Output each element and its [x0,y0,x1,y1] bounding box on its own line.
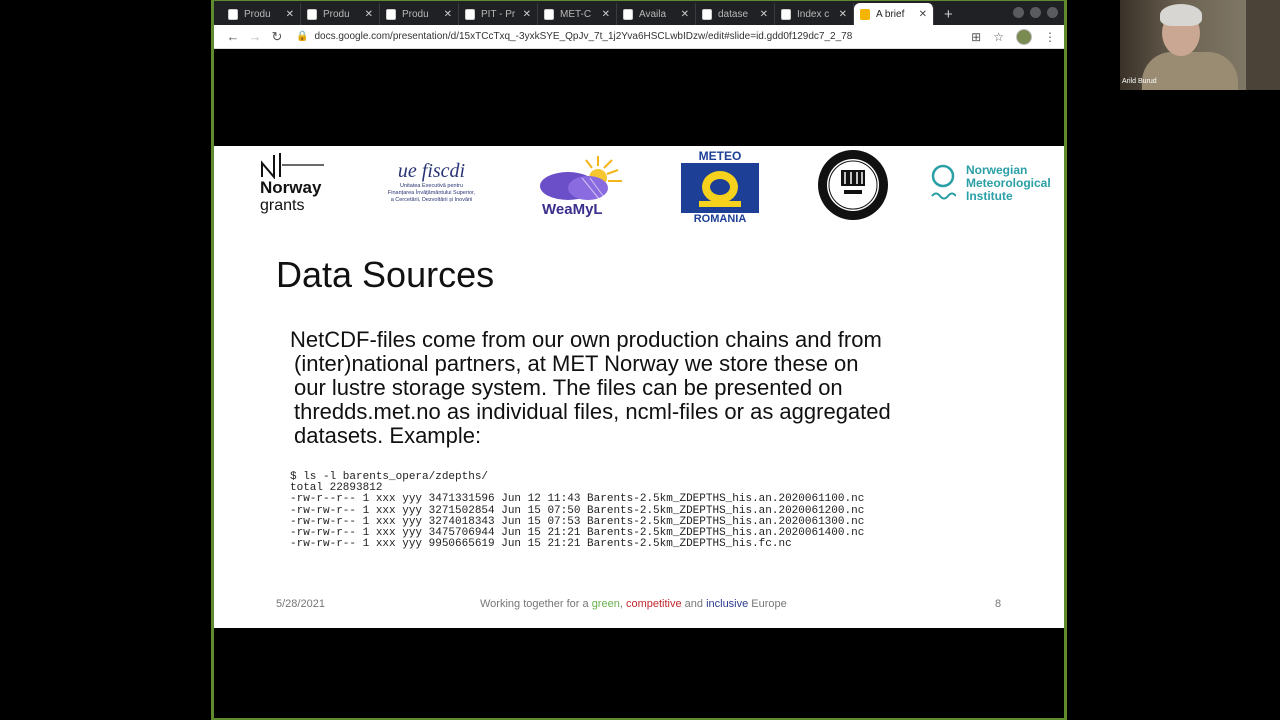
tagline-suffix: Europe [748,598,787,610]
screenshot-icon[interactable]: ⊞ [971,30,981,44]
close-icon[interactable]: ✕ [839,9,847,20]
meteo-label: METEO [698,149,742,163]
meteo-romania-logo: METEO ROMANIA [680,149,760,225]
page-icon [781,8,791,20]
back-button[interactable]: ← [222,29,244,44]
window-close-button[interactable] [1047,7,1058,18]
footer-date: 5/28/2021 [276,598,325,610]
tagline-and: and [681,598,707,610]
tab-4[interactable]: PIT - Pr ✕ [459,3,538,25]
met-norway-mark [931,164,956,200]
code-line: -rw-r--r-- 1 xxx yyy 3471331596 Jun 12 1… [290,493,865,506]
tagline-prefix: Working together for a [480,598,592,610]
tab-8[interactable]: Index c ✕ [775,3,854,25]
norway-grants-mark [260,151,326,180]
close-icon[interactable]: ✕ [760,9,768,20]
close-icon[interactable]: ✕ [286,9,294,20]
uefiscdi-script: ue fiscdi [397,160,466,182]
slide-number: 8 [995,598,1002,610]
browser-window: Produ ✕ Produ ✕ Produ ✕ PIT - Pr ✕ MET-C ✕ Av… [211,0,1067,720]
metno-line3: Institute [966,189,1013,203]
url-text: docs.google.com/presentation/d/15xTCcTxq… [314,31,853,42]
tab-7[interactable]: datase ✕ [696,3,775,25]
close-icon[interactable]: ✕ [602,9,610,20]
lock-icon: 🔒 [296,31,309,42]
browser-toolbar: ← → ↻ 🔒 docs.google.com/presentation/d/1… [214,25,1064,49]
tab-3[interactable]: Produ ✕ [380,3,459,25]
address-bar[interactable]: 🔒 docs.google.com/presentation/d/15xTCcT… [296,27,963,47]
logo-bar: Norway grants ue fiscdi Unitatea Executi… [214,146,1064,228]
tab-title: Availa [639,8,667,20]
tab-2[interactable]: Produ ✕ [301,3,380,25]
tab-title: A brief [876,8,905,20]
tab-title: Index c [797,8,830,20]
grants-label: grants [260,197,305,214]
meteo-emblem [681,163,759,213]
minimize-button[interactable] [1013,7,1024,18]
tagline-green: green [591,598,620,610]
slide-title: Data Sources [276,254,495,295]
page-icon [623,8,633,20]
tab-1[interactable]: Produ ✕ [222,3,301,25]
close-icon[interactable]: ✕ [523,9,531,20]
webcam-feed: Arild Burud [1120,0,1280,90]
uefiscdi-line3: a Cercetării, Dezvoltării și Inovării [390,197,473,203]
close-icon[interactable]: ✕ [444,9,452,20]
tab-6[interactable]: Availa ✕ [617,3,696,25]
close-icon[interactable]: ✕ [365,9,373,20]
tagline-competitive: competitive [625,598,682,610]
forward-button[interactable]: → [244,29,266,44]
uefiscdi-line2: Finanțarea Învățământului Superior, [387,190,476,196]
slide-body: NetCDF-files come from our own productio… [290,328,1030,448]
page-icon [307,8,317,20]
uefiscdi-logo: ue fiscdi Unitatea Executivă pentru Fina… [379,160,484,204]
page-icon [386,8,396,20]
university-seal-logo [816,148,890,222]
participant-name: Arild Burud [1122,78,1157,85]
norway-label: Norway [260,178,322,197]
window-controls [1013,7,1058,18]
tab-title: MET-C [560,8,592,20]
tab-title: datase [718,8,749,20]
body-line-3: our lustre storage system. The files can… [294,375,843,400]
new-tab-button[interactable]: + [944,6,953,23]
weamyl-graphic [540,156,622,201]
menu-icon[interactable]: ⋮ [1044,30,1056,44]
body-line-1: NetCDF-files come from our own productio… [290,327,882,352]
page-icon [228,8,238,20]
weamyl-logo: WeaMyL [538,156,630,218]
tagline-inclusive: inclusive [706,598,749,610]
maximize-button[interactable] [1030,7,1041,18]
slide: Norway grants ue fiscdi Unitatea Executi… [214,146,1064,628]
norway-grants-logo: Norway grants [260,151,330,215]
uefiscdi-line1: Unitatea Executivă pentru [400,183,463,189]
profile-avatar[interactable] [1016,28,1032,45]
page-icon [702,8,712,20]
footer-tagline: Working together for a green, competitiv… [480,598,787,610]
tab-title: Produ [244,8,271,20]
body-line-4: thredds.met.no as individual files, ncml… [294,399,891,424]
tab-5[interactable]: MET-C ✕ [538,3,617,25]
body-line-5: datasets. Example: [294,423,482,448]
presentation-viewer: Norway grants ue fiscdi Unitatea Executi… [214,50,1064,718]
body-line-2: (inter)national partners, at MET Norway … [294,351,859,376]
weamyl-label: WeaMyL [542,201,603,218]
page-icon [465,8,475,20]
close-icon[interactable]: ✕ [681,9,689,20]
close-icon[interactable]: ✕ [919,9,927,20]
bookmark-star-icon[interactable]: ☆ [993,30,1004,44]
reload-button[interactable]: ↻ [266,29,288,45]
tab-title: Produ [402,8,429,20]
page-icon [544,8,554,20]
tab-title: Produ [323,8,350,20]
tab-title: PIT - Pr [481,8,516,20]
slides-icon [860,8,870,20]
tab-strip: Produ ✕ Produ ✕ Produ ✕ PIT - Pr ✕ MET-C ✕ Av… [214,1,1064,25]
tab-active[interactable]: A brief ✕ [854,3,934,25]
met-norway-logo: Norwegian Meteorological Institute [930,164,1060,204]
romania-label: ROMANIA [693,213,747,225]
code-listing: $ ls -l barents_opera/zdepths/total 2289… [290,471,865,551]
code-line: -rw-rw-r-- 1 xxx yyy 9950665619 Jun 15 2… [290,538,792,551]
